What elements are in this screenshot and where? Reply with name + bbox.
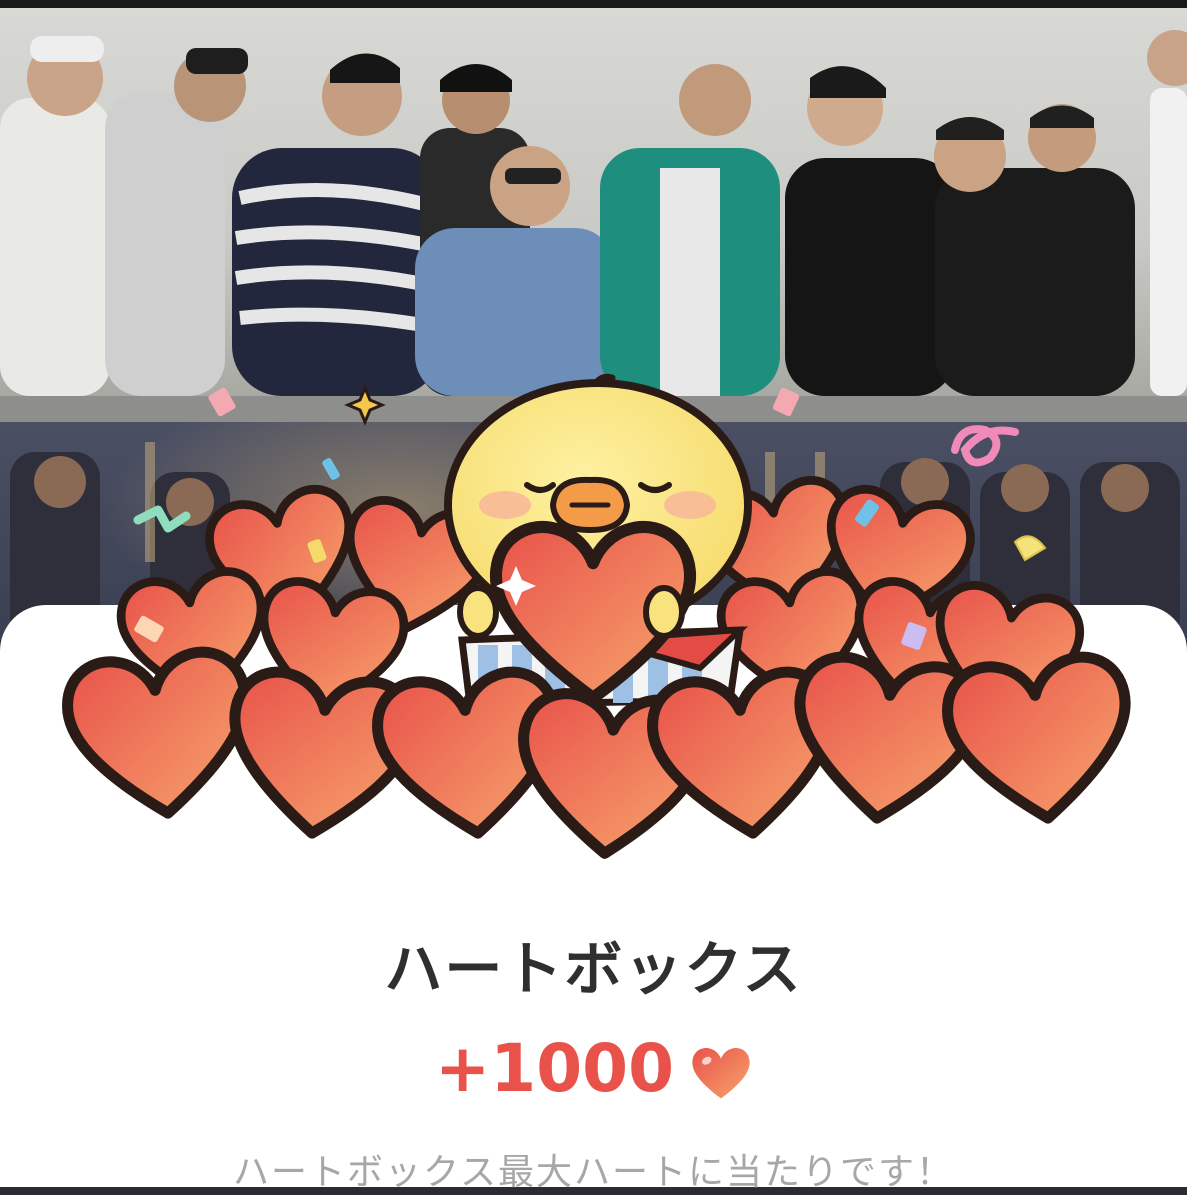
reward-amount: +1000 [435, 1030, 674, 1107]
reward-message: ハートボックス最大ハートに当たりです！ [233, 1152, 954, 1193]
reward-amount-row: +1000 [0, 1030, 1187, 1107]
dialog-title: ハートボックス [384, 935, 803, 1003]
heart-icon [690, 1041, 752, 1098]
group-photo-figures [0, 30, 1187, 396]
group-photo-top [0, 8, 1187, 396]
heart-pile-illustration [0, 373, 1187, 880]
status-bar-edge [0, 0, 1187, 8]
